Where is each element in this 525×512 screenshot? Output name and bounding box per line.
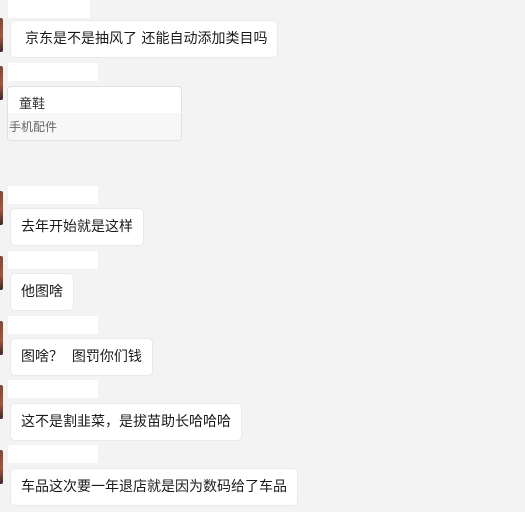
sender-name-placeholder: [8, 63, 98, 81]
message-bubble: 这不是割韭菜，是拔苗助长哈哈哈: [11, 404, 241, 440]
message-text: 这不是割韭菜，是拔苗助长哈哈哈: [21, 414, 231, 430]
message-text: 图啥？ 图罚你们钱: [21, 349, 142, 365]
avatar[interactable]: [0, 66, 3, 100]
sender-name-placeholder: [8, 251, 98, 269]
message-text: 去年开始就是这样: [21, 219, 133, 235]
message-text: 车品这次要一年退店就是因为数码给了车品: [21, 479, 287, 495]
avatar[interactable]: [0, 18, 3, 52]
message-bubble: 京东是不是抽风了 还能自动添加类目吗: [11, 21, 278, 57]
sender-name-placeholder: [8, 0, 90, 18]
avatar[interactable]: [0, 191, 3, 225]
card-subtitle: 手机配件: [9, 120, 58, 134]
message-bubble: 去年开始就是这样: [11, 209, 143, 245]
sender-name-placeholder: [8, 316, 98, 334]
link-card[interactable]: 童鞋 手机配件: [7, 86, 182, 141]
sender-name-placeholder: [8, 445, 98, 463]
avatar[interactable]: [0, 450, 3, 484]
avatar[interactable]: [0, 385, 3, 419]
message-text: 京东是不是抽风了 还能自动添加类目吗: [25, 31, 268, 47]
message-bubble: 车品这次要一年退店就是因为数码给了车品: [11, 469, 297, 505]
card-title: 童鞋: [19, 97, 46, 112]
message-bubble: 图啥？ 图罚你们钱: [11, 339, 152, 375]
avatar[interactable]: [0, 256, 3, 290]
message-text: 他图啥: [21, 284, 63, 300]
card-footer: 手机配件: [8, 113, 181, 140]
message-bubble: 他图啥: [11, 274, 73, 310]
sender-name-placeholder: [8, 186, 98, 204]
avatar[interactable]: [0, 321, 3, 355]
sender-name-placeholder: [8, 380, 98, 398]
